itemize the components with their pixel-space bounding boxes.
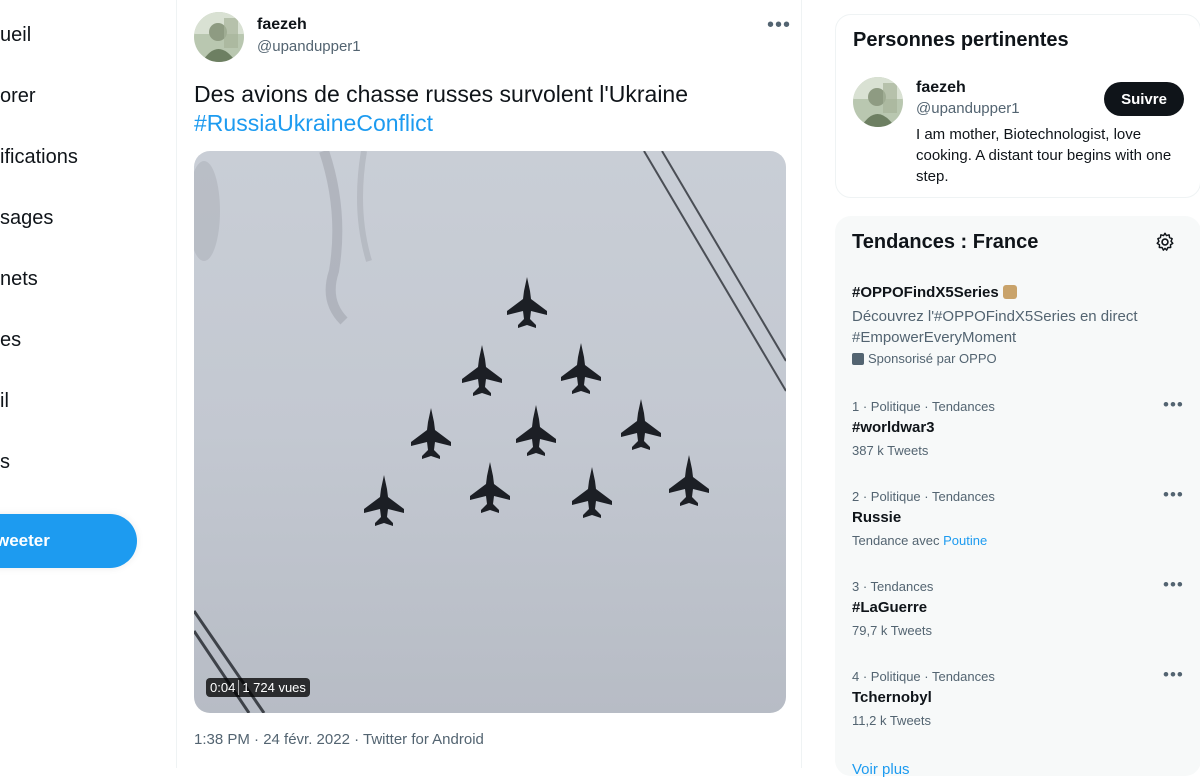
nav-item-label: sages [0, 207, 54, 229]
nav-item-label: es [0, 329, 22, 351]
trend-meta: 4 · Politique · Tendances [852, 669, 995, 684]
trend-item[interactable]: 4 · Politique · Tendances Tchernobyl 11,… [835, 664, 1200, 734]
nav-item-label: nets [0, 268, 38, 290]
nav-item-explore[interactable]: orer [0, 85, 36, 108]
video-views: 1 724 vues [242, 680, 306, 695]
tweet-button[interactable]: weeter [0, 514, 137, 568]
nav-item-label: s [0, 451, 10, 473]
trend-meta: 1 · Politique · Tendances [852, 399, 995, 414]
left-navigation: ueil orer ifications sages nets es il s … [0, 0, 176, 768]
trend-count: 79,7 k Tweets [852, 623, 932, 638]
avatar[interactable] [194, 12, 244, 62]
person-bio: I am mother, Biotechnologist, love cooki… [916, 126, 1172, 185]
more-horizontal-icon[interactable]: ••• [1163, 575, 1184, 595]
trends-card: Tendances : France #OPPOFindX5Series Déc… [835, 216, 1200, 778]
tweet-text: Des avions de chasse russes survolent l'… [194, 80, 784, 138]
nav-item-notifications[interactable]: ifications [0, 146, 78, 169]
trend-count: 11,2 k Tweets [852, 713, 932, 728]
trend-name: #worldwar3 [852, 419, 935, 436]
person-name[interactable]: faezeh [916, 79, 966, 97]
sponsor-text: Sponsorisé par OPPO [868, 351, 997, 366]
trend-name: Russie [852, 509, 902, 526]
more-horizontal-icon[interactable]: ••• [767, 14, 791, 37]
nav-item-label: il [0, 390, 9, 412]
tag-icon [1002, 285, 1017, 299]
trend-item[interactable]: 1 · Politique · Tendances #worldwar3 387… [835, 394, 1200, 464]
video-duration: 0:04 [210, 680, 236, 695]
nav-item-more[interactable]: s [0, 451, 10, 474]
video-frame [194, 151, 786, 713]
tweet-timestamp[interactable]: 1:38 PM · 24 févr. 2022 · Twitter for An… [194, 731, 484, 748]
avatar[interactable] [853, 77, 903, 127]
nav-item-lists[interactable]: es [0, 329, 21, 352]
person-handle[interactable]: @upandupper1 [916, 100, 1020, 117]
trend-meta: 2 · Politique · Tendances [852, 489, 995, 504]
nav-item-bookmarks[interactable]: nets [0, 268, 38, 291]
trend-name: #OPPOFindX5Series [852, 284, 1017, 301]
author-name[interactable]: faezeh [257, 16, 307, 34]
trend-related-link[interactable]: Poutine [943, 533, 987, 548]
nav-item-home[interactable]: ueil [0, 24, 31, 47]
badge-divider [238, 680, 240, 695]
video-player[interactable]: 0:04 1 724 vues [194, 151, 786, 713]
card-title: Personnes pertinentes [853, 29, 1069, 51]
trend-description: Découvrez l'#OPPOFindX5Series en direct … [852, 308, 1138, 346]
author-handle[interactable]: @upandupper1 [257, 38, 361, 55]
nav-item-label: ifications [0, 146, 78, 168]
trend-meta: 3 · Tendances [852, 579, 934, 594]
more-horizontal-icon[interactable]: ••• [1163, 665, 1184, 685]
follow-button[interactable]: Suivre [1104, 82, 1184, 116]
tweet-body: Des avions de chasse russes survolent l'… [194, 81, 689, 107]
show-more-link[interactable]: Voir plus [852, 761, 910, 778]
promoted-icon [852, 352, 864, 365]
more-horizontal-icon[interactable]: ••• [1163, 485, 1184, 505]
nav-item-messages[interactable]: sages [0, 207, 53, 230]
trend-name: #LaGuerre [852, 599, 928, 616]
trend-context: Tendance avec [852, 533, 940, 548]
more-horizontal-icon[interactable]: ••• [1163, 395, 1184, 415]
trend-count: 387 k Tweets [852, 443, 929, 458]
promoted-trend[interactable]: #OPPOFindX5Series Découvrez l'#OPPOFindX… [835, 216, 1200, 376]
nav-item-profile[interactable]: il [0, 390, 9, 413]
nav-item-label: ueil [0, 24, 32, 46]
nav-item-label: orer [0, 85, 36, 107]
tweet-detail: faezeh @upandupper1 ••• Des avions de ch… [176, 0, 802, 768]
hashtag-link[interactable]: #RussiaUkraineConflict [194, 110, 433, 136]
relevant-people-card: Personnes pertinentes faezeh @upandupper… [835, 14, 1200, 198]
trend-count: Tendance avec Poutine [852, 533, 987, 548]
sponsored-label: Sponsorisé par OPPO [852, 351, 997, 366]
trend-name: Tchernobyl [852, 689, 932, 706]
video-badge: 0:04 1 724 vues [206, 678, 310, 697]
trend-item[interactable]: 3 · Tendances #LaGuerre 79,7 k Tweets ••… [835, 574, 1200, 644]
trend-item[interactable]: 2 · Politique · Tendances Russie Tendanc… [835, 484, 1200, 554]
